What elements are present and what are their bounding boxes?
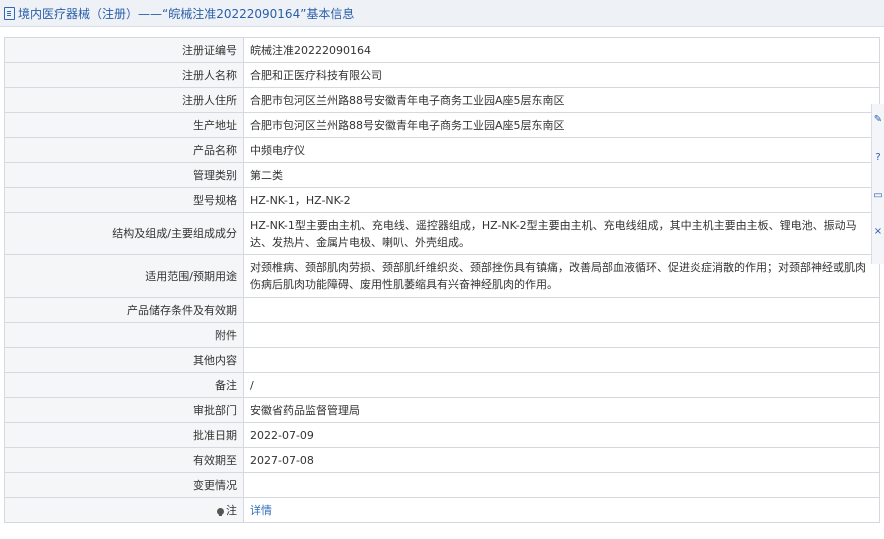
row-label: 管理类别: [4, 162, 244, 188]
chat-icon[interactable]: ▭: [873, 190, 883, 202]
table-row: 变更情况: [4, 472, 880, 498]
row-value: 合肥市包河区兰州路88号安徽青年电子商务工业园A座5层东南区: [243, 112, 880, 138]
row-value: 安徽省药品监督管理局: [243, 397, 880, 423]
table-row: 注册人住所 合肥市包河区兰州路88号安徽青年电子商务工业园A座5层东南区: [4, 87, 880, 113]
table-row: 有效期至 2027-07-08: [4, 447, 880, 473]
page-title: 境内医疗器械（注册）——“皖械注准20222090164”基本信息: [18, 6, 355, 21]
row-label: 生产地址: [4, 112, 244, 138]
row-value: [243, 297, 880, 323]
info-table: 注册证编号 皖械注准20222090164 注册人名称 合肥和正医疗科技有限公司…: [4, 37, 880, 523]
row-label: 产品储存条件及有效期: [4, 297, 244, 323]
row-value: HZ-NK-1型主要由主机、充电线、遥控器组成，HZ-NK-2型主要由主机、充电…: [243, 212, 880, 255]
row-label: 结构及组成/主要组成成分: [4, 212, 244, 255]
table-row: 结构及组成/主要组成成分 HZ-NK-1型主要由主机、充电线、遥控器组成，HZ-…: [4, 212, 880, 255]
row-value: 2027-07-08: [243, 447, 880, 473]
table-row: 审批部门 安徽省药品监督管理局: [4, 397, 880, 423]
row-label: 注册证编号: [4, 37, 244, 63]
edit-icon[interactable]: ✎: [873, 114, 883, 126]
row-label: 其他内容: [4, 347, 244, 373]
table-row: 注 详情: [4, 497, 880, 523]
row-label: 产品名称: [4, 137, 244, 163]
table-row: 产品名称 中频电疗仪: [4, 137, 880, 163]
row-value: HZ-NK-1，HZ-NK-2: [243, 187, 880, 213]
table-row: 备注 /: [4, 372, 880, 398]
lightbulb-icon: [217, 507, 224, 516]
table-row: 生产地址 合肥市包河区兰州路88号安徽青年电子商务工业园A座5层东南区: [4, 112, 880, 138]
row-value: 2022-07-09: [243, 422, 880, 448]
title-bar: 境内医疗器械（注册）——“皖械注准20222090164”基本信息: [0, 0, 884, 27]
row-value: 合肥市包河区兰州路88号安徽青年电子商务工业园A座5层东南区: [243, 87, 880, 113]
row-label: 适用范围/预期用途: [4, 254, 244, 298]
table-row: 管理类别 第二类: [4, 162, 880, 188]
row-value: 第二类: [243, 162, 880, 188]
row-label: 注: [226, 504, 237, 517]
document-icon: [4, 6, 15, 20]
row-value: 皖械注准20222090164: [243, 37, 880, 63]
row-label: 批准日期: [4, 422, 244, 448]
row-label: 注册人住所: [4, 87, 244, 113]
row-value: 中频电疗仪: [243, 137, 880, 163]
table-row: 适用范围/预期用途 对颈椎病、颈部肌肉劳损、颈部肌纤维织炎、颈部挫伤具有镇痛，改…: [4, 254, 880, 298]
table-row: 型号规格 HZ-NK-1，HZ-NK-2: [4, 187, 880, 213]
row-label: 审批部门: [4, 397, 244, 423]
close-icon[interactable]: ×: [873, 226, 883, 238]
table-row: 注册证编号 皖械注准20222090164: [4, 37, 880, 63]
table-row: 产品储存条件及有效期: [4, 297, 880, 323]
row-label: 附件: [4, 322, 244, 348]
row-label: 有效期至: [4, 447, 244, 473]
row-value: /: [243, 372, 880, 398]
row-label: 型号规格: [4, 187, 244, 213]
row-label: 备注: [4, 372, 244, 398]
table-row: 注册人名称 合肥和正医疗科技有限公司: [4, 62, 880, 88]
row-value: [243, 472, 880, 498]
table-row: 批准日期 2022-07-09: [4, 422, 880, 448]
help-icon[interactable]: ?: [873, 152, 883, 164]
side-toolbar: ✎ ? ▭ ×: [871, 104, 884, 264]
row-value: 合肥和正医疗科技有限公司: [243, 62, 880, 88]
row-value: [243, 347, 880, 373]
table-row: 其他内容: [4, 347, 880, 373]
row-label: 变更情况: [4, 472, 244, 498]
row-value: [243, 322, 880, 348]
note-label: 注: [4, 497, 244, 523]
details-link[interactable]: 详情: [250, 504, 272, 517]
row-value: 对颈椎病、颈部肌肉劳损、颈部肌纤维织炎、颈部挫伤具有镇痛，改善局部血液循环、促进…: [243, 254, 880, 298]
row-value: 详情: [243, 497, 880, 523]
row-label: 注册人名称: [4, 62, 244, 88]
table-row: 附件: [4, 322, 880, 348]
